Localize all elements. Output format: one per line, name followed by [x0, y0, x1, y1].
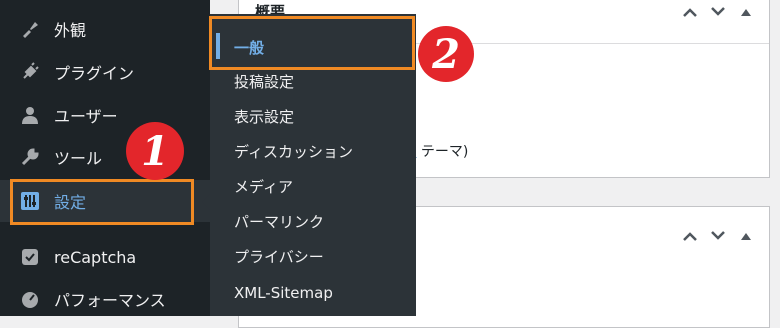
theme-suffix: テーマ) — [416, 144, 469, 160]
gauge-icon — [20, 289, 40, 309]
submenu-item-reading[interactable]: 表示設定 — [210, 99, 416, 133]
sidebar-item-plugins[interactable]: プラグイン — [0, 51, 210, 93]
caret-up-icon[interactable] — [737, 227, 755, 245]
submenu-item-media[interactable]: メディア — [210, 169, 416, 203]
submenu-item-xml-sitemap[interactable]: XML-Sitemap — [210, 276, 416, 310]
panel-actions — [681, 227, 755, 245]
submenu-pointer — [202, 194, 210, 210]
chevron-up-icon[interactable] — [681, 227, 699, 245]
submenu-item-privacy[interactable]: プライバシー — [210, 239, 416, 273]
wrench-icon — [20, 147, 40, 167]
checkbox-icon — [20, 247, 40, 267]
caret-up-icon[interactable] — [737, 3, 755, 21]
sidebar-item-label: 外観 — [54, 21, 87, 40]
chevron-down-icon[interactable] — [709, 227, 727, 245]
sidebar-item-users[interactable]: ユーザー — [0, 94, 210, 136]
sidebar-item-appearance[interactable]: 外観 — [0, 8, 210, 50]
callout-highlight-settings — [10, 179, 194, 225]
paintbrush-icon — [20, 19, 40, 39]
sidebar-item-label: ユーザー — [54, 107, 118, 126]
panel-actions — [681, 3, 755, 21]
plugin-icon — [20, 62, 40, 82]
submenu-item-permalinks[interactable]: パーマリンク — [210, 204, 416, 238]
submenu-item-discussion[interactable]: ディスカッション — [210, 134, 416, 168]
sidebar-item-label: プラグイン — [54, 64, 135, 83]
sidebar-item-label: パフォーマンス — [54, 291, 166, 310]
sidebar-item-recaptcha[interactable]: reCaptcha — [0, 236, 210, 278]
sidebar-item-performance[interactable]: パフォーマンス — [0, 278, 210, 320]
chevron-down-icon[interactable] — [709, 3, 727, 21]
chevron-up-icon[interactable] — [681, 3, 699, 21]
step-marker-1: 1 — [126, 122, 184, 180]
sidebar-item-label: ツール — [54, 149, 103, 168]
step-marker-2: 2 — [418, 26, 474, 82]
callout-highlight-general — [209, 16, 415, 70]
user-icon — [20, 105, 40, 125]
sidebar-item-label: reCaptcha — [54, 247, 137, 267]
